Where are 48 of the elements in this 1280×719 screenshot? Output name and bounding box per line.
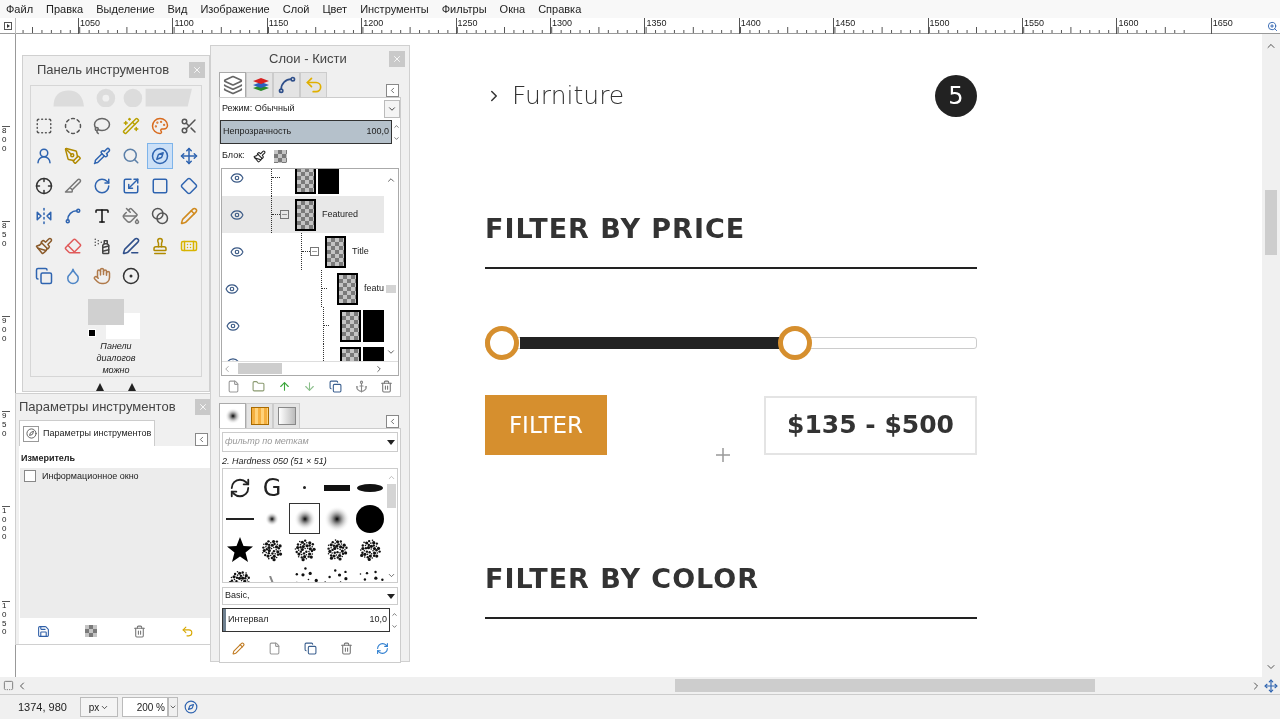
opacity-slider[interactable]: Непрозрачность 100,0 <box>220 120 392 144</box>
hint-text: Панели диалогов можно <box>95 340 137 376</box>
brush-name: 2. Hardness 050 (51 × 51) <box>222 455 328 468</box>
unit-dropdown[interactable]: px <box>80 697 118 717</box>
menu-item[interactable]: Вид <box>167 0 188 18</box>
layer-row[interactable]: Featured <box>222 196 384 233</box>
category-name[interactable]: Furniture <box>512 76 935 115</box>
layer-name: Title <box>352 244 369 258</box>
spacing-label: Интервал <box>228 613 269 627</box>
menu-item[interactable]: Файл <box>6 0 34 18</box>
spacing-value: 10,0 <box>369 613 387 627</box>
panel-title: Слои - Кисти <box>269 50 347 69</box>
tag-filter-input[interactable]: фильтр по меткам <box>225 435 387 449</box>
menu-item[interactable]: Инструменты <box>360 0 429 18</box>
layer-name: Featured <box>322 207 359 221</box>
section-heading: FILTER BY PRICE <box>485 212 747 246</box>
menu-item[interactable]: Изображение <box>200 0 270 18</box>
menu-item[interactable]: Выделение <box>96 0 155 18</box>
menu-item[interactable]: Цвет <box>322 0 348 18</box>
spacing-slider[interactable]: Интервал 10,0 <box>222 608 390 632</box>
menu-item[interactable]: Фильтры <box>441 0 487 18</box>
checkbox-label: Информационное окно <box>42 469 139 483</box>
lock-label: Блок: <box>222 149 245 163</box>
price-range-field: $135 - $500 <box>764 395 977 455</box>
zoom-field[interactable]: 200 % <box>122 697 168 717</box>
ruler-label: 850 <box>2 221 10 249</box>
panel-title: Панель инструментов <box>37 60 170 79</box>
mode-label: Режим: Обычный <box>222 102 295 116</box>
panel-title: Параметры инструментов <box>19 398 176 417</box>
pointer-coordinates: 1374, 980 <box>18 699 68 715</box>
ruler-label: 800 <box>2 126 10 154</box>
tool-name: Измеритель <box>21 452 77 465</box>
ruler-label: 1000 <box>2 506 10 543</box>
menu-item[interactable]: Справка <box>538 0 582 18</box>
layer-name: featu <box>363 281 384 295</box>
layer-row[interactable]: featu <box>222 270 384 307</box>
ruler-label: 950 <box>2 411 10 439</box>
tag-filter-field[interactable]: фильтр по меткам <box>222 432 398 452</box>
opacity-value: 100,0 <box>366 125 389 139</box>
ruler-label: 1050 <box>2 601 10 638</box>
menu-item[interactable]: Окна <box>499 0 526 18</box>
panel-tab[interactable]: Параметры инструментов <box>19 420 156 446</box>
menu-item[interactable]: Слой <box>282 0 310 18</box>
ruler-label: 900 <box>2 316 10 344</box>
count-badge: 5 <box>935 74 977 117</box>
menu-item[interactable]: Правка <box>46 0 84 18</box>
section-heading: FILTER BY COLOR <box>485 562 761 596</box>
opacity-label: Непрозрачность <box>223 125 292 139</box>
